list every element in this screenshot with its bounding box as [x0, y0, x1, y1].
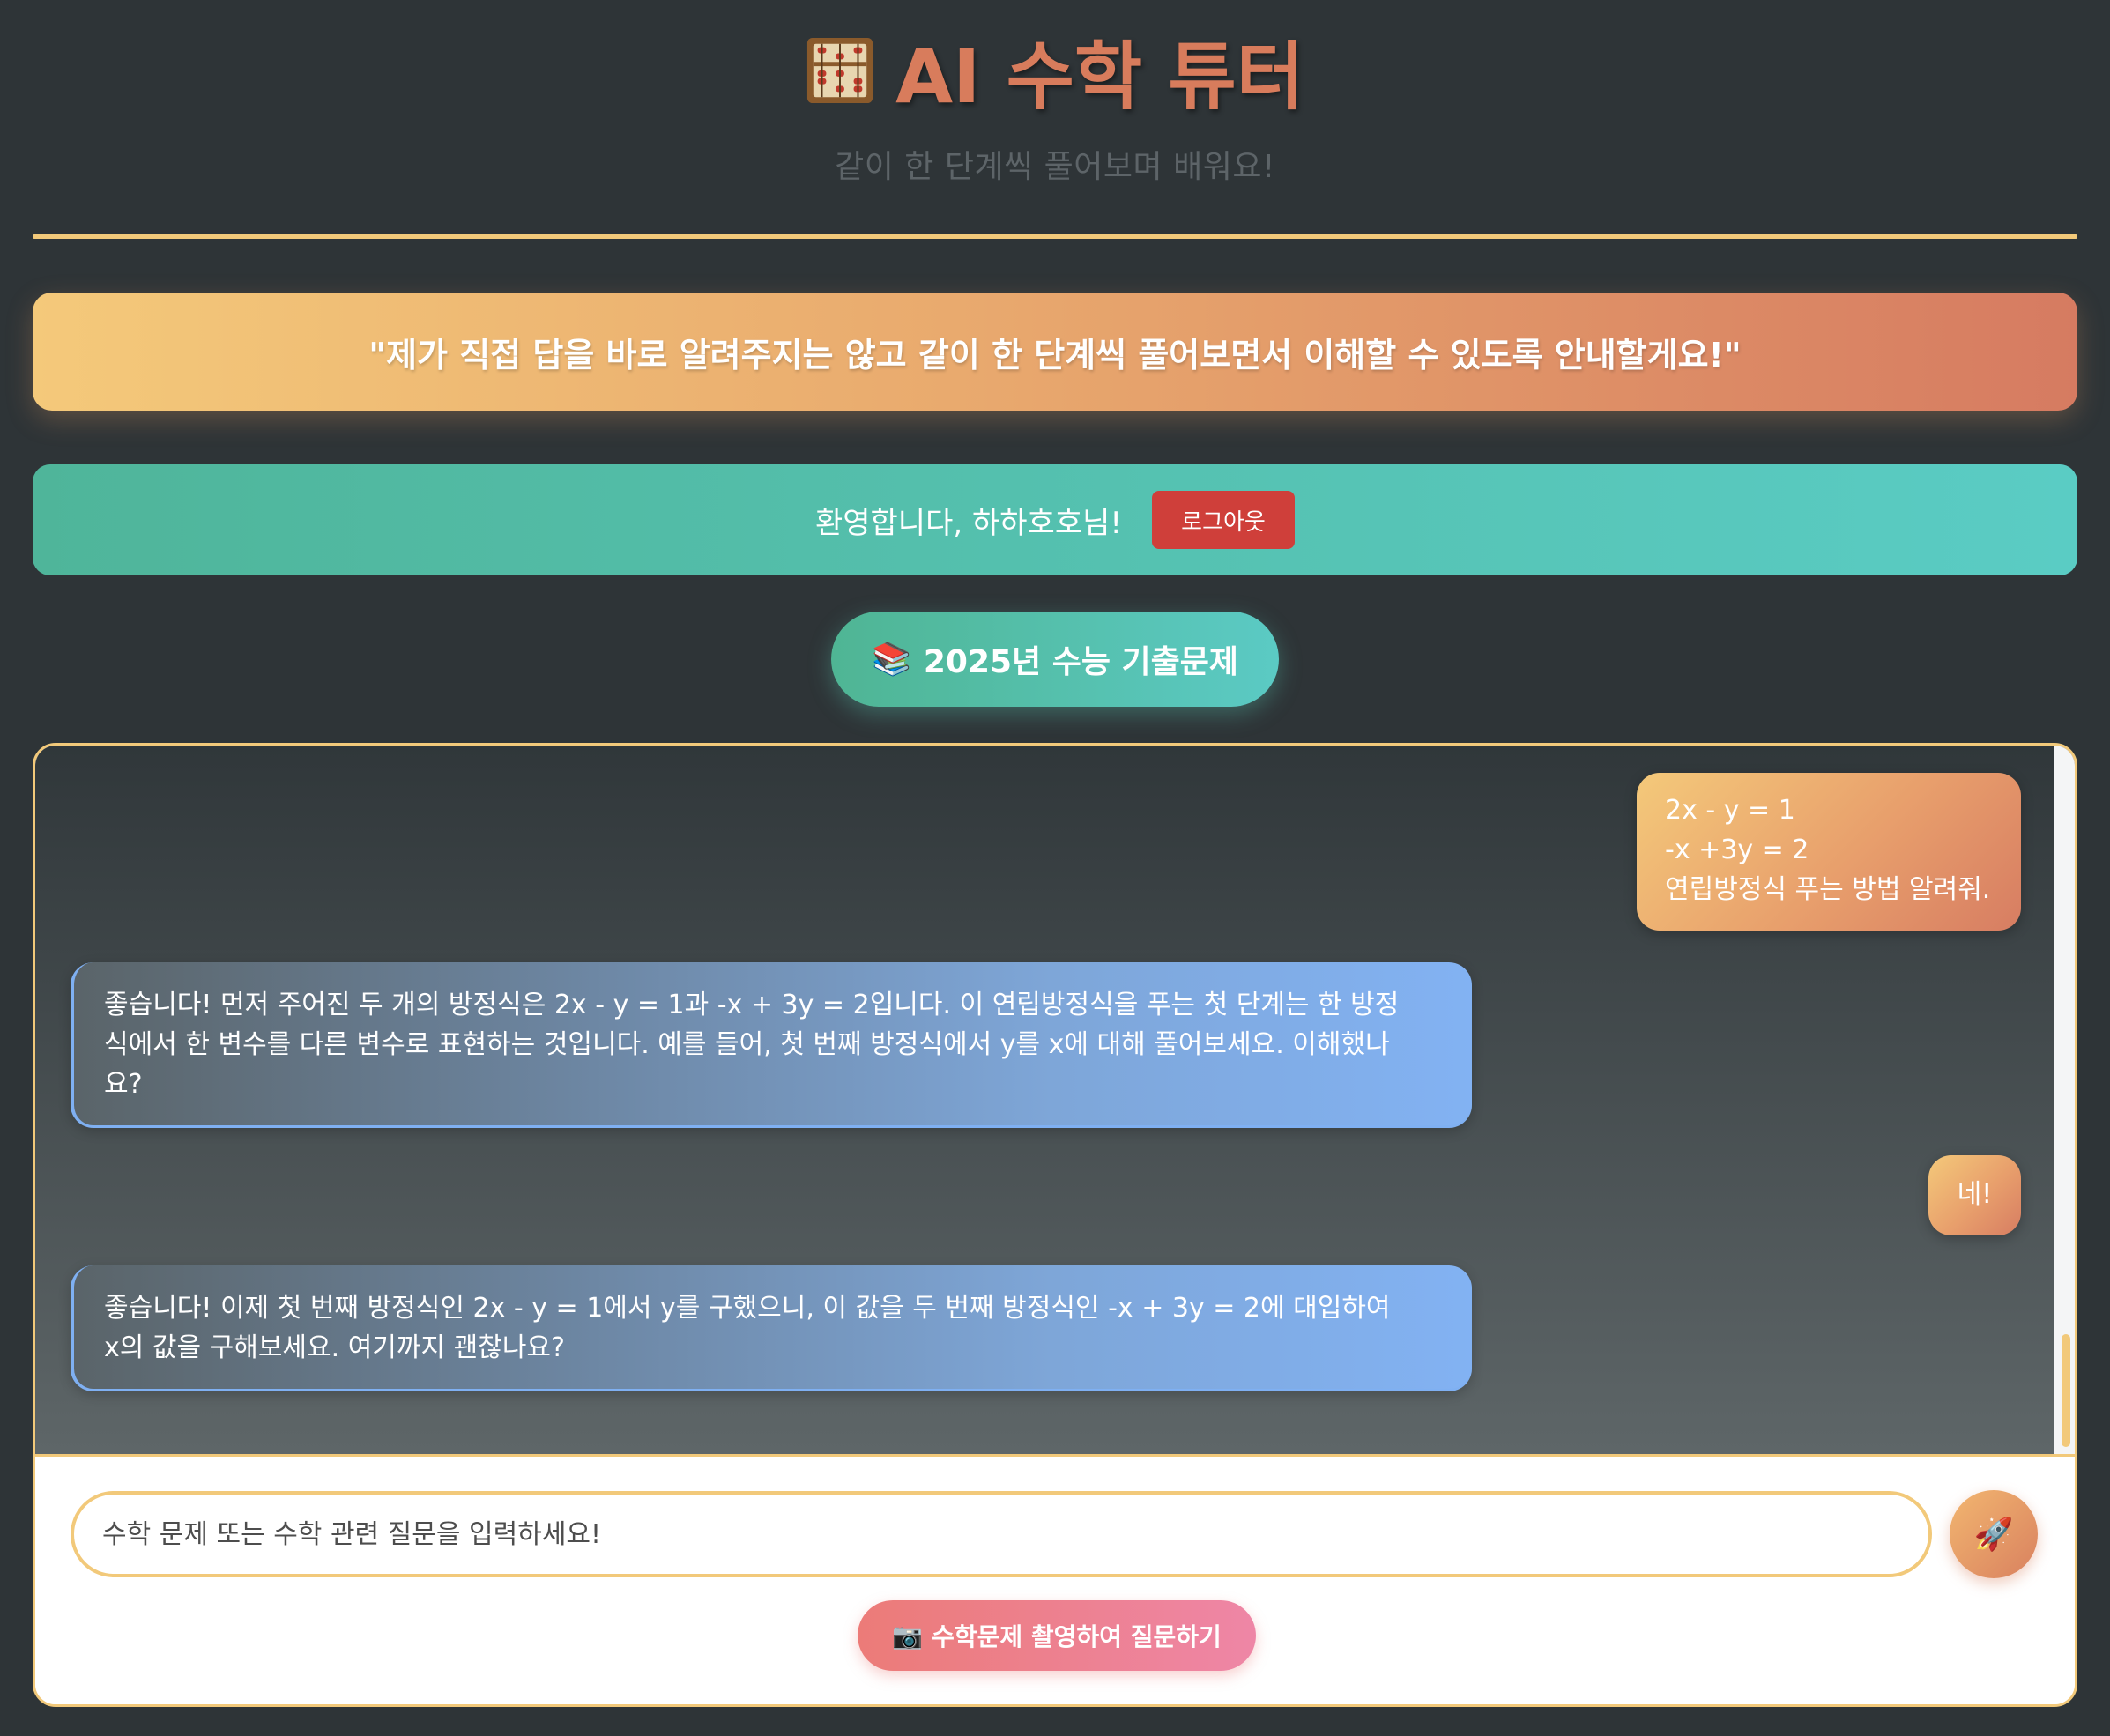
message-line: 좋습니다! 이제 첫 번째 방정식인 2x - y = 1에서 y를 구했으니,…	[104, 1293, 1391, 1324]
welcome-text: 환영합니다, 하하호호님!	[814, 505, 1123, 541]
exam-questions-button[interactable]: 📚 2025년 수능 기출문제	[831, 612, 1279, 707]
header-divider	[33, 234, 2077, 239]
message-line: 좋습니다! 먼저 주어진 두 개의 방정식은 2x - y = 1과 -x + …	[104, 990, 1400, 1020]
photo-question-button[interactable]: 📷 수학문제 촬영하여 질문하기	[858, 1600, 1256, 1671]
books-icon: 📚	[872, 642, 911, 678]
page: AI 수학 튜터 같이 한 단계씩 풀어보며 배워요! "제가 직접 답을 바로…	[33, 0, 2077, 1736]
chat-container: 2x - y = 1 -x +3y = 2 연립방정식 푸는 방법 알려줘. 좋…	[33, 743, 2077, 1707]
photo-question-label: 수학문제 촬영하여 질문하기	[932, 1622, 1222, 1651]
input-area: 🚀 📷 수학문제 촬영하여 질문하기	[35, 1454, 2075, 1704]
send-button[interactable]: 🚀	[1950, 1490, 2038, 1578]
welcome-bar: 환영합니다, 하하호호님! 로그아웃	[33, 464, 2077, 575]
quote-text: "제가 직접 답을 바로 알려주지는 않고 같이 한 단계씩 풀어보면서 이해할…	[368, 335, 1742, 375]
exam-questions-label: 2025년 수능 기출문제	[923, 644, 1238, 680]
message-line: x의 값을 구해보세요. 여기까지 괜찮나요?	[104, 1332, 565, 1363]
message-scrollbar[interactable]	[2054, 746, 2075, 1454]
message-line: 식에서 한 변수를 다른 변수로 표현하는 것입니다. 예를 들어, 첫 번째 …	[104, 1029, 1390, 1060]
abacus-icon	[807, 37, 873, 104]
rocket-icon: 🚀	[1973, 1517, 2014, 1553]
ai-message: 좋습니다! 먼저 주어진 두 개의 방정식은 2x - y = 1과 -x + …	[71, 962, 1472, 1128]
app-title-text: AI 수학 튜터	[895, 33, 1304, 120]
camera-icon: 📷	[892, 1621, 924, 1651]
message-line: 연립방정식 푸는 방법 알려줘.	[1665, 874, 1991, 905]
scrollbar-thumb[interactable]	[2062, 1334, 2070, 1447]
message-list[interactable]: 2x - y = 1 -x +3y = 2 연립방정식 푸는 방법 알려줘. 좋…	[35, 746, 2075, 1454]
app-subtitle: 같이 한 단계씩 풀어보며 배워요!	[835, 149, 1275, 185]
app-title: AI 수학 튜터	[806, 26, 1304, 120]
header: AI 수학 튜터 같이 한 단계씩 풀어보며 배워요!	[33, 26, 2077, 187]
user-message: 2x - y = 1 -x +3y = 2 연립방정식 푸는 방법 알려줘.	[1637, 773, 2021, 931]
message-line: 요?	[104, 1069, 143, 1100]
message-line: -x +3y = 2	[1665, 835, 1809, 865]
message-line: 네!	[1957, 1179, 1993, 1210]
question-input[interactable]	[71, 1491, 1932, 1577]
message-line: 2x - y = 1	[1665, 795, 1795, 826]
ai-message: 좋습니다! 이제 첫 번째 방정식인 2x - y = 1에서 y를 구했으니,…	[71, 1265, 1472, 1391]
quote-banner: "제가 직접 답을 바로 알려주지는 않고 같이 한 단계씩 풀어보면서 이해할…	[33, 293, 2077, 411]
user-message: 네!	[1928, 1155, 2021, 1235]
logout-button[interactable]: 로그아웃	[1152, 491, 1296, 549]
